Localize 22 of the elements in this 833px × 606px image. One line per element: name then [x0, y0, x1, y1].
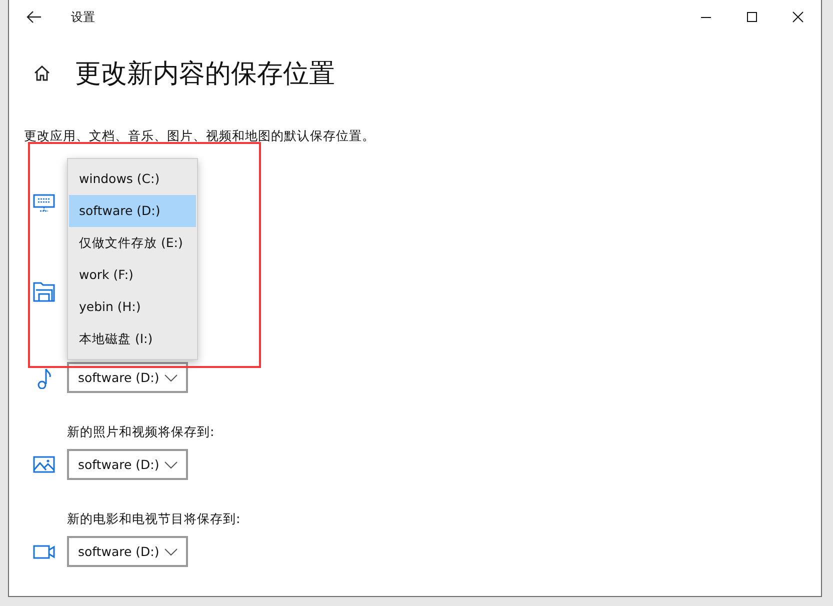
location-dropdown[interactable]: software (D:) — [67, 362, 188, 393]
chevron-icon — [164, 460, 178, 468]
monitor-icon — [33, 192, 55, 214]
dropdown-option[interactable]: 仅做文件存放 (E:) — [69, 227, 196, 259]
image-icon — [33, 454, 55, 476]
section-label: 新的电影和电视节目将保存到: — [67, 511, 240, 526]
dropdown-option[interactable]: work (F:) — [69, 259, 196, 291]
section-label: 新的照片和视频将保存到: — [67, 424, 214, 439]
dropdown-option[interactable]: yebin (H:) — [69, 291, 196, 323]
page-heading: 更改新内容的保存位置 — [75, 58, 335, 90]
dropdown-option[interactable]: software (D:) — [69, 195, 196, 227]
chevron-icon — [164, 548, 178, 556]
home-icon[interactable] — [33, 64, 51, 82]
location-dropdown[interactable]: software (D:) — [67, 536, 188, 567]
location-dropdown[interactable]: software (D:) — [67, 449, 188, 480]
window-title: 设置 — [71, 8, 95, 26]
folder-icon — [33, 280, 55, 302]
page-description: 更改应用、文档、音乐、图片、视频和地图的默认保存位置。 — [24, 127, 376, 145]
back-icon[interactable] — [26, 10, 42, 24]
chevron-icon — [164, 374, 178, 382]
dropdown-option[interactable]: windows (C:) — [69, 163, 196, 195]
dropdown-option[interactable]: 本地磁盘 (I:) — [69, 323, 196, 355]
